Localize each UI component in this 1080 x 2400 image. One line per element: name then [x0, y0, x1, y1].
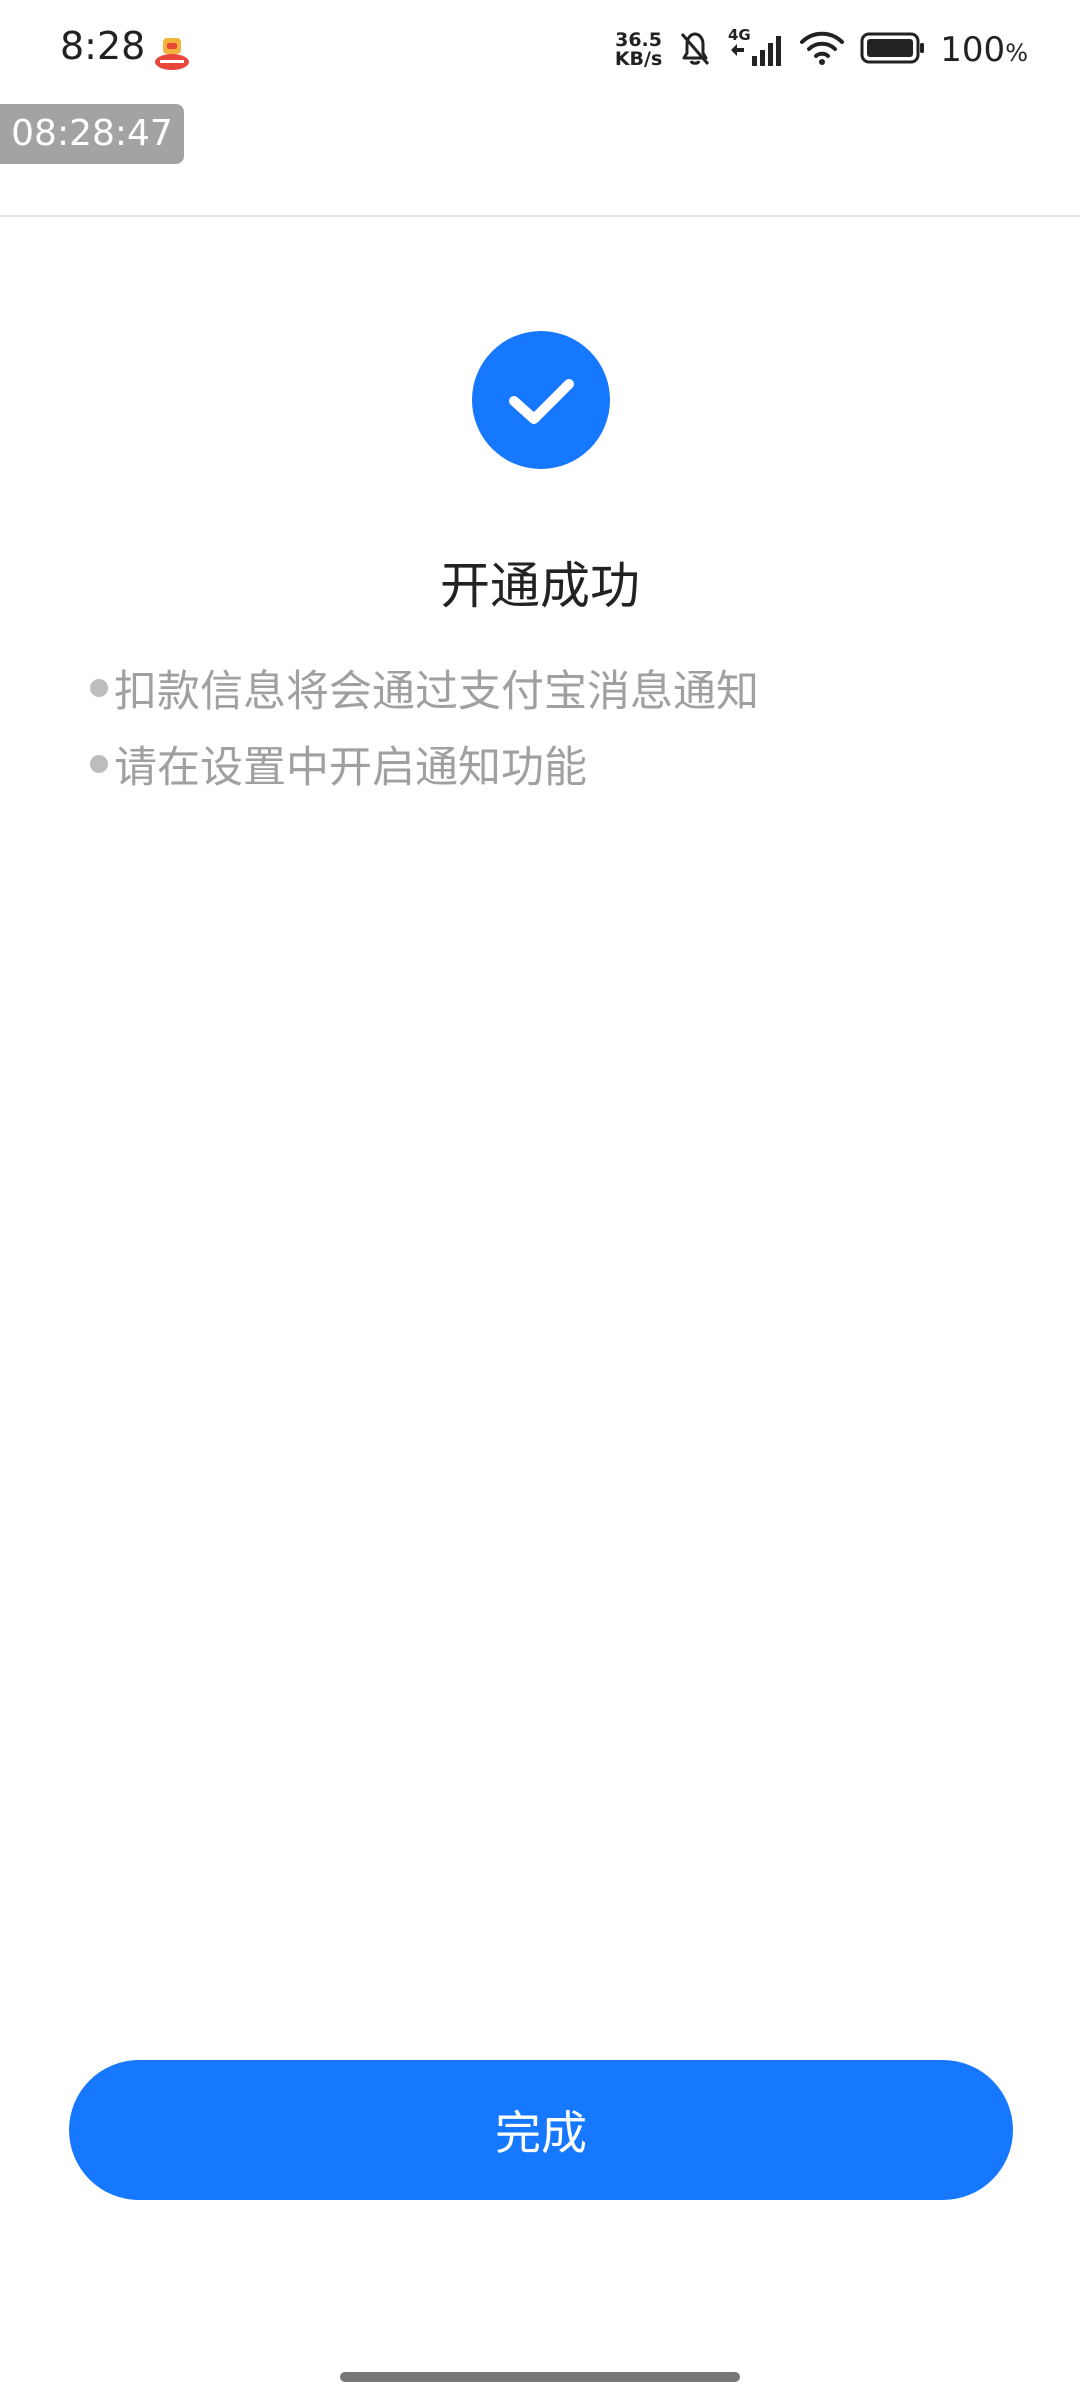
- home-indicator[interactable]: [340, 2372, 740, 2382]
- jd-shop-icon: [152, 32, 192, 72]
- tip-text: 请在设置中开启通知功能: [114, 743, 587, 793]
- tips-list: 扣款信息将会通过支付宝消息通知 请在设置中开启通知功能: [90, 650, 1010, 802]
- tip-item: 扣款信息将会通过支付宝消息通知: [90, 650, 1010, 726]
- battery-icon: [860, 31, 926, 69]
- bullet-icon: [90, 755, 108, 773]
- battery-unit: %: [1005, 39, 1028, 67]
- status-bar: 8:28 36.5 KB/s 4G 100%: [0, 0, 1080, 100]
- check-circle-icon: [472, 331, 610, 469]
- result-title: 开通成功: [440, 557, 640, 615]
- tip-text: 扣款信息将会通过支付宝消息通知: [114, 667, 759, 717]
- bullet-icon: [90, 679, 108, 697]
- status-time: 8:28: [60, 24, 146, 68]
- network-speed: 36.5 KB/s: [615, 31, 662, 69]
- signal-icon: 4G: [728, 26, 784, 74]
- header-divider: [0, 215, 1080, 217]
- timestamp-overlay: 08:28:47: [0, 104, 184, 164]
- status-icons: 36.5 KB/s 4G 100%: [615, 22, 1028, 78]
- done-button[interactable]: 完成: [69, 2060, 1013, 2200]
- wifi-icon: [798, 28, 846, 72]
- tip-item: 请在设置中开启通知功能: [90, 726, 1010, 802]
- result-page: 8:28 36.5 KB/s 4G 100% 08:28:47 开通成功 扣款信…: [0, 0, 1080, 2400]
- network-speed-unit: KB/s: [614, 48, 663, 70]
- network-type: 4G: [728, 26, 751, 44]
- battery-percentage: 100%: [940, 30, 1028, 70]
- battery-level: 100: [940, 30, 1006, 70]
- mute-bell-icon: [676, 28, 714, 72]
